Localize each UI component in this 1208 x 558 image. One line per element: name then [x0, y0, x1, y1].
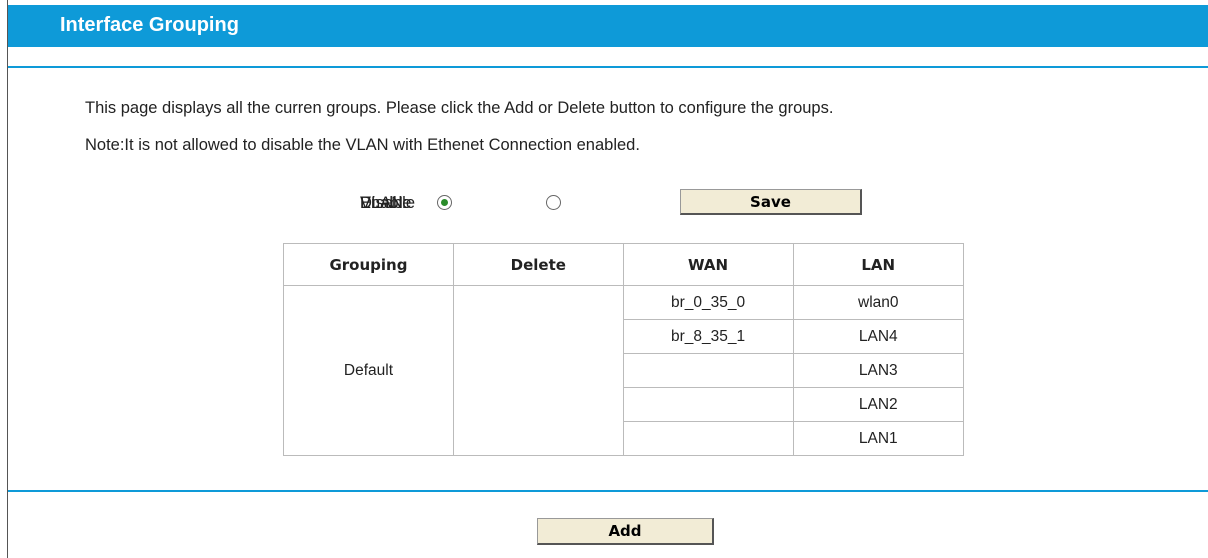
wan-cell [622, 353, 794, 388]
vlan-disable-label[interactable]: Disable [360, 194, 415, 213]
description-line-1: This page displays all the curren groups… [85, 99, 834, 117]
save-button[interactable]: Save [680, 189, 862, 215]
lan-cell: LAN3 [792, 353, 964, 388]
wan-cell: br_8_35_1 [622, 319, 794, 354]
wan-cell [622, 387, 794, 422]
column-header-delete: Delete [452, 243, 624, 286]
lan-cell: LAN2 [792, 387, 964, 422]
wan-cell [622, 421, 794, 456]
radio-selected-dot [441, 199, 448, 206]
table-header-row: Grouping Delete WAN LAN [283, 243, 964, 286]
wan-cell: br_0_35_0 [622, 285, 794, 320]
description-line-2: Note:It is not allowed to disable the VL… [85, 136, 640, 154]
table-row: Default br_0_35_0 wlan0 [283, 285, 964, 456]
group-name-cell: Default [283, 285, 454, 456]
column-header-lan: LAN [792, 243, 964, 286]
page-title: Interface Grouping [60, 14, 239, 36]
lan-cell: LAN1 [792, 421, 964, 456]
vlan-enable-radio[interactable] [437, 195, 452, 210]
lan-cell: wlan0 [792, 285, 964, 320]
title-bar: Interface Grouping [8, 5, 1208, 47]
add-button[interactable]: Add [537, 518, 714, 545]
lan-cell: LAN4 [792, 319, 964, 354]
column-header-wan: WAN [622, 243, 794, 286]
divider-bottom [8, 490, 1208, 492]
column-header-grouping: Grouping [283, 243, 454, 286]
divider-top [8, 66, 1208, 68]
vlan-disable-radio[interactable] [546, 195, 561, 210]
grouping-table: Grouping Delete WAN LAN Default br_0_35_… [283, 243, 964, 456]
delete-cell [452, 285, 624, 456]
